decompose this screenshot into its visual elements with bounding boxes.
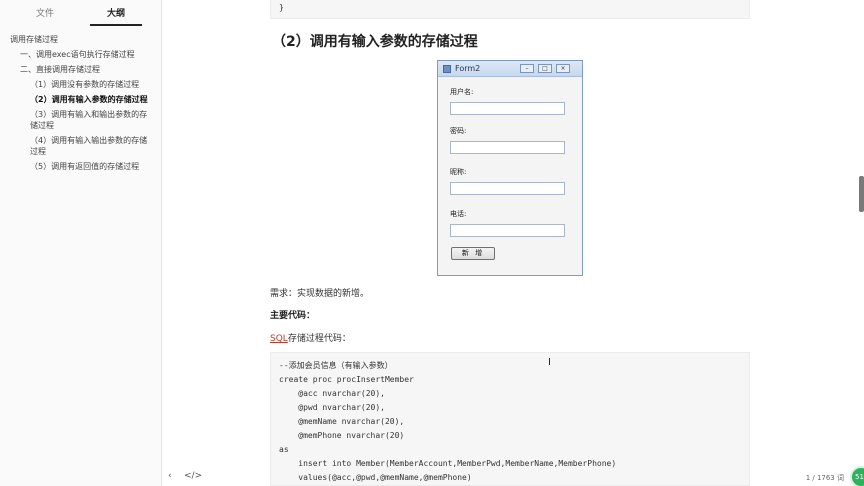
outline-item-input-output-params[interactable]: （3）调用有输入和输出参数的存储过程 bbox=[0, 109, 162, 131]
sql-code-block: --添加会员信息（有输入参数） create proc procInsertMe… bbox=[270, 352, 750, 486]
close-icon: × bbox=[556, 64, 570, 73]
add-button: 新 增 bbox=[451, 247, 495, 260]
outline-item-return-value[interactable]: （5）调用有返回值的存储过程 bbox=[0, 161, 162, 172]
code-line: --添加会员信息（有输入参数） bbox=[279, 361, 393, 370]
code-line: insert into Member(MemberAccount,MemberP… bbox=[279, 459, 617, 468]
code-line: values(@acc,@pwd,@memName,@memPhone) bbox=[279, 473, 472, 482]
outline-sidebar: 文件 大纲 调用存储过程 一、调用exec语句执行存储过程 二、直接调用存储过程… bbox=[0, 0, 202, 486]
text-cursor-icon: I bbox=[548, 357, 551, 368]
phone-field bbox=[450, 224, 565, 237]
password-field bbox=[450, 141, 565, 154]
requirement-text: 需求：实现数据的新增。 bbox=[270, 289, 370, 299]
nickname-field bbox=[450, 182, 565, 195]
password-label: 密码: bbox=[450, 127, 467, 135]
form-body: 用户名: 密码: 昵称: 电话: 新 增 bbox=[438, 78, 582, 275]
code-line: @acc nvarchar(20), bbox=[279, 389, 385, 398]
outline-item-inout-params[interactable]: （4）调用有输入输出参数的存储过程 bbox=[0, 135, 162, 157]
code-line: @memPhone nvarchar(20) bbox=[279, 431, 405, 440]
outline-item-exec[interactable]: 一、调用exec语句执行存储过程 bbox=[0, 49, 162, 60]
app-icon bbox=[443, 65, 451, 73]
outline-list: 调用存储过程 一、调用exec语句执行存储过程 二、直接调用存储过程 （1）调用… bbox=[0, 34, 162, 176]
code-line: } bbox=[279, 3, 284, 12]
code-line: @pwd nvarchar(20), bbox=[279, 403, 385, 412]
section-heading: （2）调用有输入参数的存储过程 bbox=[272, 34, 478, 50]
outline-item-no-params[interactable]: （1）调用没有参数的存储过程 bbox=[0, 79, 162, 90]
outline-item-input-params[interactable]: （2）调用有输入参数的存储过程 bbox=[0, 94, 162, 105]
phone-label: 电话: bbox=[450, 210, 467, 218]
document-content: } （2）调用有输入参数的存储过程 Form2 – □ × 用户名: 密码: 昵… bbox=[163, 0, 864, 486]
minimize-icon: – bbox=[520, 64, 534, 73]
window-titlebar: Form2 – □ × bbox=[438, 61, 582, 77]
tab-outline[interactable]: 大纲 bbox=[90, 6, 142, 26]
code-line: @memName nvarchar(20), bbox=[279, 417, 405, 426]
floating-assistant-badge[interactable]: 51 bbox=[850, 466, 864, 486]
sql-caption-text: 存储过程代码： bbox=[287, 334, 351, 344]
maximize-icon: □ bbox=[538, 64, 552, 73]
sidebar-footer: ‹ </> bbox=[0, 468, 202, 486]
outline-item-direct[interactable]: 二、直接调用存储过程 bbox=[0, 64, 162, 75]
tab-files[interactable]: 文件 bbox=[14, 6, 76, 26]
username-field bbox=[450, 102, 565, 115]
sidebar-tabs: 文件 大纲 bbox=[0, 0, 162, 28]
code-block-previous: } bbox=[270, 0, 750, 19]
nickname-label: 昵称: bbox=[450, 168, 467, 176]
form-screenshot-window: Form2 – □ × 用户名: 密码: 昵称: 电话: 新 增 bbox=[437, 60, 583, 276]
code-line: create proc procInsertMember bbox=[279, 375, 414, 384]
word-counter: 1 / 1763 词 bbox=[805, 474, 844, 482]
sql-caption: SQL存储过程代码： bbox=[270, 331, 351, 344]
sql-link[interactable]: SQL bbox=[270, 334, 288, 344]
scrollbar-thumb[interactable] bbox=[859, 176, 864, 212]
window-title: Form2 bbox=[455, 64, 481, 73]
code-line: as bbox=[279, 445, 289, 454]
username-label: 用户名: bbox=[450, 88, 474, 96]
outline-item-root[interactable]: 调用存储过程 bbox=[0, 34, 162, 45]
main-code-label: 主要代码： bbox=[270, 311, 316, 321]
